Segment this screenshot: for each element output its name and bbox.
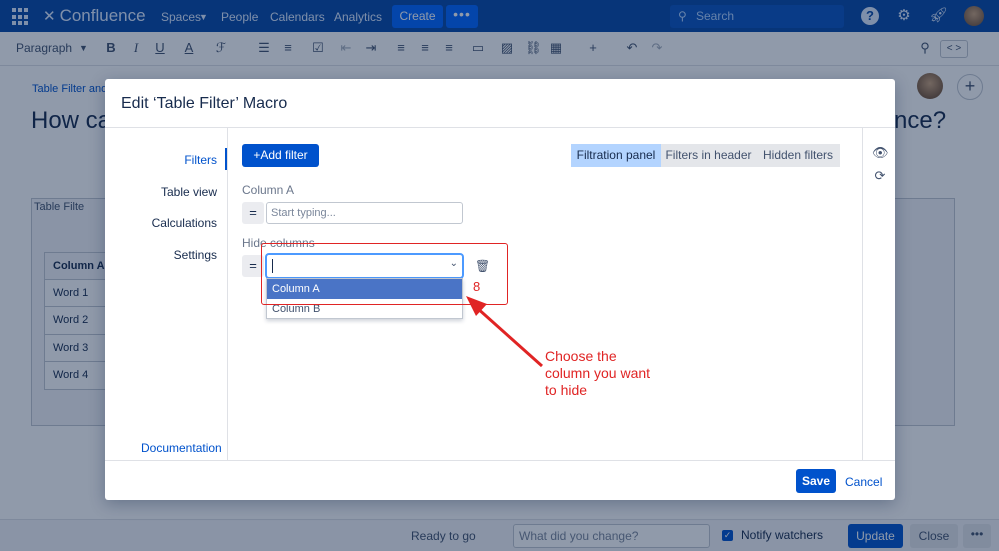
column-a-filter-input[interactable]: Start typing... [266, 202, 463, 224]
refresh-icon[interactable]: ⟳ [872, 168, 888, 184]
column-a-label: Column A [242, 183, 295, 197]
segment-filtration-panel[interactable]: Filtration panel [571, 144, 661, 167]
cancel-button[interactable]: Cancel [845, 475, 882, 489]
dialog-title: Edit ‘Table Filter’ Macro [121, 95, 288, 112]
segment-filters-in-header[interactable]: Filters in header [661, 144, 756, 167]
segment-hidden-filters[interactable]: Hidden filters [756, 144, 840, 167]
preview-eye-icon[interactable]: 👁︎ [872, 145, 889, 161]
dialog-right-rail: 👁︎ ⟳ [862, 128, 895, 460]
macro-editor-dialog: Edit ‘Table Filter’ Macro Filters Table … [105, 79, 895, 500]
annotation-highlight-box [261, 243, 508, 305]
dialog-side-nav: Filters Table view Calculations Settings [105, 128, 227, 460]
divider [105, 460, 895, 461]
side-nav-filters[interactable]: Filters [184, 153, 217, 167]
annotation-callout: Choose the column you want to hide [545, 348, 651, 398]
save-button[interactable]: Save [796, 469, 836, 493]
side-nav-calculations[interactable]: Calculations [152, 216, 217, 230]
side-nav-table-view[interactable]: Table view [161, 185, 217, 199]
documentation-link[interactable]: Documentation [141, 441, 222, 455]
side-nav-settings[interactable]: Settings [174, 248, 217, 262]
annotation-step-number: 8 [473, 279, 481, 294]
add-filter-button[interactable]: +Add filter [242, 144, 319, 167]
equals-operator-button[interactable]: = [242, 202, 264, 224]
